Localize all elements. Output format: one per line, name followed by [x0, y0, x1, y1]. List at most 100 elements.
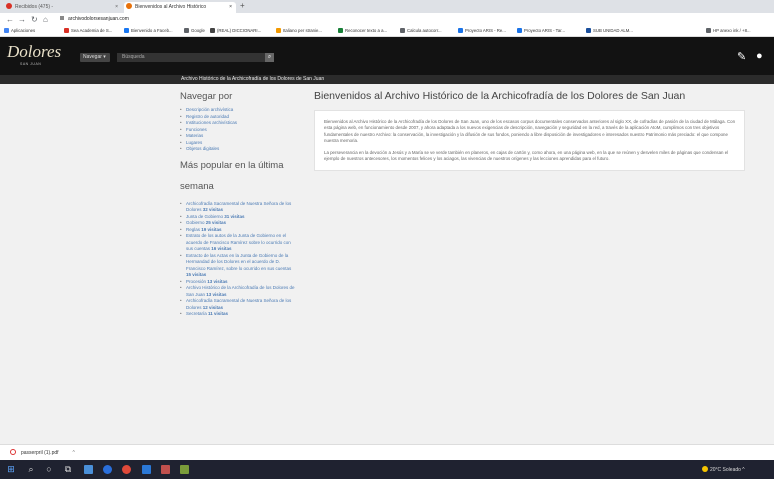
bookmark-item[interactable]: HP anexo ink / +8... [706, 27, 751, 35]
chrome-icon[interactable] [122, 465, 131, 474]
popular-item-title[interactable]: Archivo Histórico de la Archicofradía de… [186, 285, 295, 297]
bookmark-label: Proyecto ARIS - Re... [465, 28, 506, 33]
word-icon[interactable] [142, 465, 151, 474]
navigate-button[interactable]: Navegar ▾ [80, 53, 110, 62]
visit-count: 31 visitas [224, 213, 245, 219]
search-icon: ⌕ [267, 54, 272, 60]
weather-widget[interactable]: 20°C Soleado ^ [702, 466, 745, 474]
windows-start-icon[interactable]: ⊞ [6, 464, 16, 474]
bookmark-item[interactable]: Aplicaciones [4, 27, 35, 35]
url-field[interactable]: archivodolorsesanjuan.com [60, 15, 129, 24]
welcome-paragraph: La perseverancia en la devoción a Jesús … [324, 149, 729, 162]
page-title: Bienvenidos al Archivo Histórico de la A… [314, 90, 686, 102]
chevron-up-icon[interactable]: ^ [73, 450, 75, 456]
visit-count: 19 visitas [201, 226, 222, 232]
site-favicon-icon [126, 3, 132, 9]
bookmark-icon [586, 28, 591, 33]
visit-count: 13 visitas [206, 291, 227, 297]
bookmark-icon [400, 28, 405, 33]
bookmark-item[interactable]: Calcula autocorr... [400, 27, 442, 35]
bookmark-item[interactable]: Italiano per stranie... [276, 27, 322, 35]
edge-icon[interactable] [103, 465, 112, 474]
popular-heading: Más popular en la última [180, 159, 284, 171]
bookmark-label: Reconocer texto a a... [345, 28, 388, 33]
app-icon[interactable] [180, 465, 189, 474]
site-logo[interactable]: Dolores [7, 42, 61, 62]
bookmark-label: Google [191, 28, 205, 33]
chevron-down-icon: ▾ [103, 54, 106, 60]
popular-item[interactable]: Extracto de las Actas en la Junta de Gob… [180, 253, 296, 279]
visit-count: 15 visitas [186, 272, 207, 277]
bookmark-label: Italiano per stranie... [283, 28, 322, 33]
bookmark-icon [210, 28, 215, 33]
close-icon[interactable]: × [229, 2, 232, 13]
popular-item[interactable]: Archivo Histórico de la Archicofradía de… [180, 285, 296, 298]
bookmark-item[interactable]: Proyecto ARIS - Re... [458, 27, 506, 35]
bookmark-item[interactable]: Bienvenido a Faceb... [124, 27, 173, 35]
bookmarks-bar: Aplicaciones Sea Academia de S... Bienve… [0, 26, 774, 37]
popular-item[interactable]: Secretaría 11 visitas [180, 311, 296, 318]
bookmark-item[interactable]: Reconocer texto a a... [338, 27, 387, 35]
visit-count: 13 visitas [207, 278, 228, 284]
browse-item[interactable]: Objetos digitales [180, 146, 296, 153]
visit-count: 32 visitas [202, 207, 224, 212]
bookmark-item[interactable]: Proyecto ARIS - Tar... [517, 27, 565, 35]
popular-item-title[interactable]: Procesión [186, 279, 206, 284]
windows-taskbar: ⊞ ⌕ ○ ⧉ 20°C Soleado ^ [0, 460, 774, 479]
bookmark-label: Aplicaciones [11, 28, 36, 33]
reload-icon[interactable]: ↻ [31, 14, 38, 25]
address-bar-row: ← → ↻ ⌂ archivodolorsesanjuan.com [0, 13, 774, 26]
bookmark-icon [338, 28, 343, 33]
popular-item[interactable]: Estrato de los autos de la Junta de Gobi… [180, 233, 296, 253]
browse-list: Descripción archivística Registro de aut… [176, 107, 296, 153]
new-tab-button[interactable]: + [240, 1, 245, 10]
bookmark-item[interactable]: Sea Academia de S... [64, 27, 112, 35]
back-arrow-icon[interactable]: ← [6, 14, 14, 25]
globe-icon[interactable]: ● [756, 50, 763, 62]
forward-arrow-icon[interactable]: → [18, 14, 26, 25]
search-icon[interactable]: ⌕ [26, 464, 36, 474]
popular-item-title[interactable]: Reglas [186, 227, 200, 232]
sun-icon [702, 466, 708, 472]
app-icon[interactable] [161, 465, 170, 474]
bookmark-label: Sea Academia de S... [71, 28, 113, 33]
popular-item-title[interactable]: Estrato de los autos de la Junta de Gobi… [186, 233, 291, 251]
popular-item-title[interactable]: Junta de Gobierno [186, 214, 223, 219]
welcome-paragraph: Bienvenidos al Archivo Histórico de la A… [324, 119, 736, 144]
popular-item-title[interactable]: Secretaría [186, 311, 207, 316]
close-icon[interactable]: × [115, 2, 118, 13]
navigate-label: Navegar [83, 54, 102, 60]
visit-count: 16 visitas [211, 246, 232, 251]
cortana-icon[interactable]: ○ [44, 464, 54, 474]
breadcrumb: Archivo Histórico de la Archicofradía de… [181, 76, 325, 82]
bookmark-icon [517, 28, 522, 33]
file-explorer-icon[interactable] [84, 465, 93, 474]
visit-count: 11 visitas [208, 311, 229, 316]
google-icon [184, 28, 189, 33]
bookmark-label: (REAL) DICCIONARI... [217, 28, 262, 33]
download-filename: passerpril (1).pdf [21, 450, 59, 456]
popular-item-title[interactable]: Gobierno [186, 220, 205, 225]
breadcrumb-bar: Archivo Histórico de la Archicofradía de… [0, 75, 774, 84]
bookmark-label: Bienvenido a Faceb... [131, 28, 173, 33]
bookmark-icon [706, 28, 711, 33]
popular-item[interactable]: Archicofradía Sacramental de Nuestra Señ… [180, 201, 296, 214]
bookmark-item[interactable]: (REAL) DICCIONARI... [210, 27, 261, 35]
site-header: Dolores SAN JUAN Navegar ▾ Búsqueda ⌕ ✎ … [0, 37, 774, 75]
bookmark-item[interactable]: SUB UNIDAD ALM... [586, 27, 633, 35]
bookmark-item[interactable]: Google [184, 27, 205, 35]
clipboard-icon[interactable]: ✎ [737, 50, 746, 63]
popular-item-title[interactable]: Extracto de las Actas en la Junta de Gob… [186, 253, 291, 271]
tab-archivo[interactable]: Bienvenidos al Archivo Histórico × [124, 2, 236, 13]
home-icon[interactable]: ⌂ [43, 14, 48, 25]
popular-item[interactable]: Archicofradía Sacramental de Nuestra Señ… [180, 298, 296, 311]
popular-heading-cont: semana [180, 180, 214, 192]
search-input[interactable]: Búsqueda [117, 53, 265, 62]
download-item[interactable]: passerpril (1).pdf ^ [10, 449, 75, 457]
url-text: archivodolorsesanjuan.com [68, 16, 129, 22]
search-button[interactable]: ⌕ [265, 53, 274, 62]
tab-label: Bienvenidos al Archivo Histórico [135, 4, 207, 10]
task-view-icon[interactable]: ⧉ [63, 464, 73, 474]
tab-gmail[interactable]: Recibidos (475) - × [6, 2, 122, 13]
bookmark-icon [276, 28, 281, 33]
